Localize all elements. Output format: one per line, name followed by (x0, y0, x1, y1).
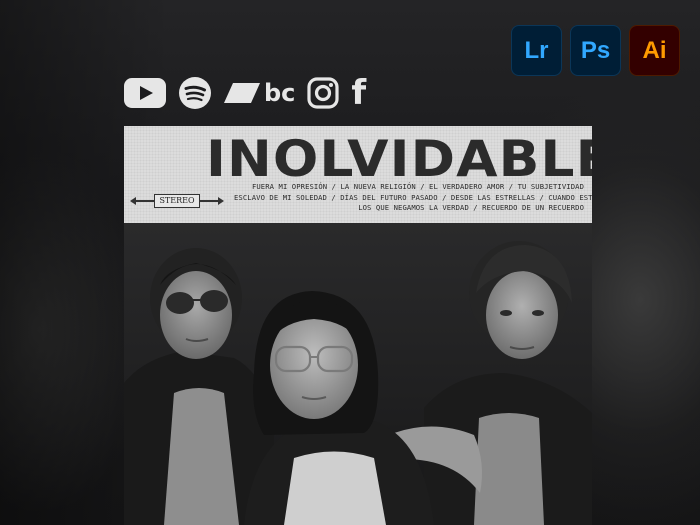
tracklist-line: ESCLAVO DE MI SOLEDAD / DÍAS DEL FUTURO … (234, 192, 592, 202)
facebook-icon[interactable]: f (351, 76, 366, 110)
instagram-icon[interactable] (307, 77, 340, 109)
stereo-badge: STEREO (130, 192, 224, 210)
stereo-arrow-right (200, 197, 224, 205)
lightroom-badge: Lr (511, 25, 562, 76)
youtube-icon[interactable] (124, 78, 166, 108)
band-member-center (244, 291, 434, 525)
poster-banner: INOLVIDABLE STEREO FUERA MI OPRESIÓN / L… (124, 126, 592, 223)
illustrator-badge: Ai (629, 25, 680, 76)
bandcamp-icon[interactable]: bc (224, 81, 295, 105)
tracklist-line: FUERA MI OPRESIÓN / LA NUEVA RELIGIÓN / … (251, 182, 584, 191)
spotify-icon[interactable] (178, 76, 212, 110)
app-badges: Lr Ps Ai (511, 25, 680, 76)
album-poster: INOLVIDABLE STEREO FUERA MI OPRESIÓN / L… (124, 126, 592, 525)
tracklist: FUERA MI OPRESIÓN / LA NUEVA RELIGIÓN / … (234, 182, 592, 214)
stereo-arrow-left (130, 197, 154, 205)
social-links: bc f (124, 76, 366, 110)
album-title: INOLVIDABLE (206, 130, 592, 188)
bandcamp-text: bc (264, 79, 296, 107)
stereo-label: STEREO (154, 194, 200, 208)
photoshop-badge: Ps (570, 25, 621, 76)
band-member-right (424, 241, 592, 525)
tracklist-line: LOS QUE NEGAMOS LA VERDAD / RECUERDO DE … (358, 203, 584, 212)
band-photo (124, 223, 592, 525)
facebook-glyph: f (351, 73, 367, 113)
band-member-left (124, 248, 274, 525)
